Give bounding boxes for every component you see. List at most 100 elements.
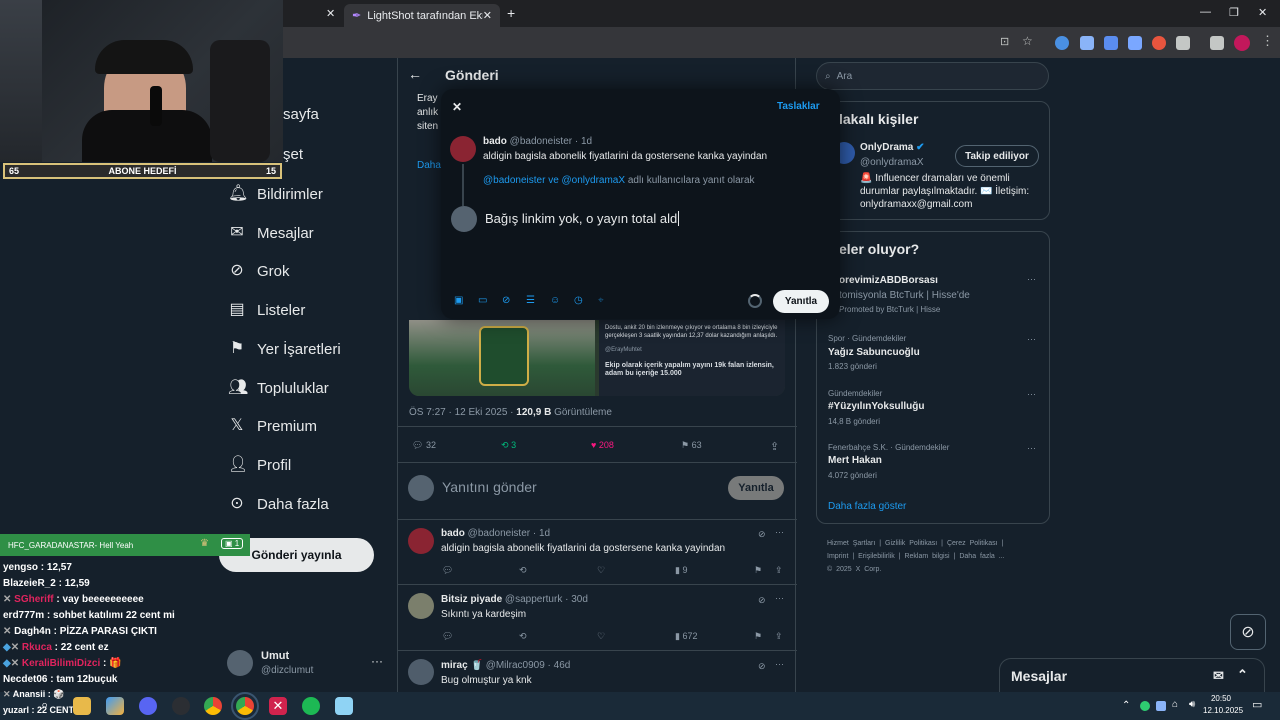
footer-link[interactable]: Çerez Politikası	[947, 540, 998, 547]
chrome-active-icon[interactable]	[231, 692, 259, 720]
more-icon[interactable]: ···	[1027, 443, 1036, 453]
trend-title[interactable]: orevimizABDBorsası	[839, 275, 938, 286]
compose-textarea[interactable]: Bağış linkim yok, o yayın total ald	[485, 211, 680, 226]
like-action[interactable]: ♥ 208	[591, 440, 614, 450]
back-arrow-icon[interactable]: ←	[408, 66, 422, 82]
heart-icon[interactable]: ♡	[597, 631, 605, 642]
image-icon[interactable]: ▣	[454, 295, 463, 306]
avatar[interactable]	[227, 650, 253, 676]
reply-button[interactable]: Yanıtla	[728, 476, 784, 500]
bookmark-icon[interactable]: ⚑	[754, 631, 762, 642]
install-app-icon[interactable]: ⊡	[1000, 35, 1009, 48]
grok-icon[interactable]: ⊘	[758, 529, 766, 540]
grok-float-icon[interactable]: ⊘	[1230, 614, 1266, 650]
notifications-icon[interactable]: ▭	[1252, 698, 1262, 711]
extensions-puzzle-icon[interactable]	[1176, 36, 1190, 50]
reply-bubble-icon[interactable]: 💬︎	[442, 631, 453, 642]
extension-icon[interactable]	[1152, 36, 1166, 50]
show-more-link[interactable]: Daha fazla göster	[828, 501, 906, 512]
file-explorer-icon[interactable]	[73, 697, 91, 715]
close-icon[interactable]: ✕	[452, 100, 462, 114]
sidebar-item-communities[interactable]: 👥︎ Topluluklar	[228, 379, 329, 397]
tray-app-icon[interactable]	[1140, 701, 1150, 711]
trend-title[interactable]: #YüzyılınYoksulluğu	[828, 401, 925, 412]
chrome-icon[interactable]	[204, 697, 222, 715]
expand-chevron-icon[interactable]: ⌃	[1237, 667, 1248, 683]
location-icon[interactable]: ⌖	[598, 295, 604, 306]
search-icon[interactable]: ⌕	[41, 697, 59, 715]
bookmark-star-icon[interactable]: ☆	[1022, 34, 1033, 48]
close-tab-icon[interactable]: ✕	[483, 9, 492, 22]
footer-link[interactable]: Imprint	[827, 553, 848, 560]
xsplit-icon[interactable]: ✕	[269, 697, 287, 715]
trend-title[interactable]: Yağız Sabuncuoğlu	[828, 347, 920, 358]
clock-date[interactable]: 12.10.2025	[1203, 706, 1243, 715]
grok-icon[interactable]: ⊘	[502, 295, 510, 306]
spotify-icon[interactable]	[302, 697, 320, 715]
extension-icon[interactable]	[1104, 36, 1118, 50]
clock-time[interactable]: 20:50	[1205, 694, 1237, 703]
footer-link[interactable]: Gizlilik Politikası	[885, 540, 937, 547]
more-icon[interactable]: ···	[1027, 274, 1036, 284]
trend-title[interactable]: Mert Hakan	[828, 455, 882, 466]
avatar[interactable]	[408, 528, 434, 554]
grok-icon[interactable]: ⊘	[758, 661, 766, 672]
more-icon[interactable]: ···	[775, 527, 784, 537]
tweet-image[interactable]: Dostu, ankit 20 bin izlenmeye çıkıyor ve…	[409, 320, 785, 396]
new-message-icon[interactable]: ✉	[1213, 668, 1224, 684]
network-icon[interactable]: ⌂	[1172, 699, 1178, 710]
extension-icon[interactable]	[1080, 36, 1094, 50]
close-tab-icon[interactable]: ✕	[326, 7, 335, 20]
account-menu-icon[interactable]: ···	[371, 654, 383, 668]
more-icon[interactable]: ···	[1027, 334, 1036, 344]
search-input[interactable]: ⌕ Ara	[816, 62, 1049, 90]
sidebar-item-profile[interactable]: 👤︎ Profil	[228, 456, 291, 474]
tray-chevron-icon[interactable]: ⌃	[1122, 700, 1130, 711]
new-tab-button[interactable]: +	[507, 5, 515, 21]
emoji-icon[interactable]: ☺	[550, 295, 560, 306]
gif-icon[interactable]: ▭	[478, 295, 487, 306]
more-icon[interactable]: ···	[775, 659, 784, 669]
following-button[interactable]: Takip ediliyor	[955, 145, 1039, 167]
share-icon[interactable]: ⇪	[770, 440, 779, 453]
footer-link[interactable]: Reklam bilgisi	[904, 553, 949, 560]
show-more-link[interactable]: Daha	[417, 160, 441, 171]
bookmark-action[interactable]: ⚑ 63	[681, 440, 702, 451]
related-name[interactable]: OnlyDrama ✔	[860, 142, 925, 153]
menu-dots-icon[interactable]: ⋮	[1261, 33, 1274, 49]
profile-avatar[interactable]	[1234, 35, 1250, 51]
browser-tab[interactable]: ✒ LightShot tarafından Ekran Gör ✕	[344, 4, 500, 27]
obs-icon[interactable]	[172, 697, 190, 715]
sidebar-item-lists[interactable]: ▤ Listeler	[228, 301, 305, 319]
share-icon[interactable]: ⇪	[775, 565, 783, 576]
messages-drawer[interactable]: Mesajlar ✉ ⌃	[999, 658, 1265, 692]
grok-icon[interactable]: ⊘	[758, 595, 766, 606]
close-window-button[interactable]: ✕	[1258, 6, 1267, 19]
repost-icon[interactable]: ⟲	[519, 565, 527, 576]
more-icon[interactable]: ···	[775, 593, 784, 603]
copilot-icon[interactable]	[106, 697, 124, 715]
reading-list-icon[interactable]	[1210, 36, 1224, 50]
heart-icon[interactable]: ♡	[597, 565, 605, 576]
reply-bubble-icon[interactable]: 💬︎	[442, 565, 453, 576]
poll-icon[interactable]: ☰	[526, 295, 535, 306]
sidebar-item-grok[interactable]: ⊘ Grok	[228, 262, 289, 280]
maximize-button[interactable]: ❐	[1229, 6, 1239, 19]
views-action[interactable]: ▮ 9	[675, 565, 687, 576]
share-icon[interactable]: ⇪	[775, 631, 783, 642]
footer-link[interactable]: Erişilebilirlik	[858, 553, 895, 560]
footer-link[interactable]: Daha fazla ...	[959, 553, 1004, 560]
discord-icon[interactable]	[139, 697, 157, 715]
avatar[interactable]	[408, 593, 434, 619]
minimize-button[interactable]: —	[1200, 6, 1211, 18]
repost-icon[interactable]: ⟲	[519, 631, 527, 642]
schedule-icon[interactable]: ◷	[574, 295, 583, 306]
extension-icon[interactable]	[1055, 36, 1069, 50]
sidebar-item-premium[interactable]: 𝕏 Premium	[228, 417, 317, 435]
footer-link[interactable]: Hizmet Şartları	[827, 540, 875, 547]
reply-input[interactable]: Yanıtını gönder	[442, 479, 537, 495]
avatar[interactable]	[408, 659, 434, 685]
sidebar-item-bookmarks[interactable]: ⚑ Yer İşaretleri	[228, 340, 341, 358]
more-icon[interactable]: ···	[1027, 389, 1036, 399]
bookmark-icon[interactable]: ⚑	[754, 565, 762, 576]
